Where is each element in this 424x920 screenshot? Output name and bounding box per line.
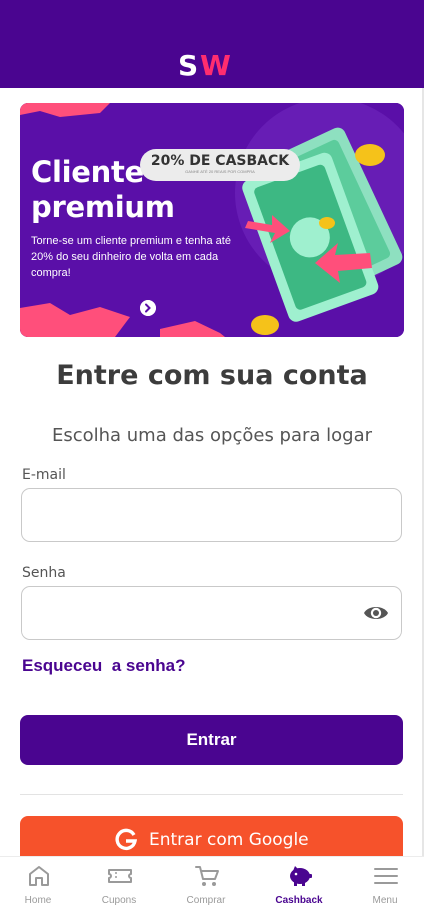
divider	[20, 794, 403, 795]
home-icon	[29, 866, 49, 886]
bottom-tab-bar: Home Cupons Comprar Cashback Menu	[0, 856, 424, 920]
tab-comprar-label: Comprar	[186, 895, 226, 906]
login-button[interactable]: Entrar	[20, 715, 403, 765]
app-logo[interactable]: S W	[178, 50, 244, 78]
svg-text:S: S	[178, 50, 197, 78]
tab-cashback[interactable]: Cashback	[257, 857, 341, 920]
tab-menu-label: Menu	[372, 895, 398, 906]
tab-cupons-label: Cupons	[101, 895, 137, 906]
app-header: S W	[0, 0, 424, 88]
email-field[interactable]	[22, 489, 401, 541]
tab-cashback-label: Cashback	[275, 895, 323, 906]
cart-icon	[195, 866, 219, 886]
tab-comprar[interactable]: Comprar	[164, 857, 248, 920]
email-label: E-mail	[22, 467, 66, 483]
cashback-badge-small: GANHE ATÉ 20 REAIS POR COMPRA	[185, 169, 255, 174]
chevron-right-icon[interactable]	[140, 300, 156, 316]
password-field-wrapper	[21, 586, 402, 640]
tab-home-label: Home	[24, 895, 52, 906]
page-subtitle: Escolha uma das opções para logar	[51, 425, 373, 446]
google-login-label: Entrar com Google	[149, 830, 309, 850]
tab-home[interactable]: Home	[0, 857, 80, 920]
banner-title-line1: Cliente	[31, 155, 144, 189]
password-field[interactable]	[22, 587, 401, 639]
google-icon	[115, 828, 137, 851]
piggy-bank-icon	[290, 866, 312, 886]
banner-title-line2: premium	[31, 190, 175, 224]
tab-menu[interactable]: Menu	[343, 857, 424, 920]
page-title: Entre com sua conta	[56, 360, 368, 391]
password-label: Senha	[22, 565, 66, 581]
promo-banner[interactable]: Cliente premium 20% DE CASBACK GANHE ATÉ…	[20, 103, 404, 337]
eye-icon[interactable]	[363, 602, 389, 624]
cashback-badge: 20% DE CASBACK GANHE ATÉ 20 REAIS POR CO…	[140, 149, 300, 181]
tab-cupons[interactable]: Cupons	[77, 857, 161, 920]
ticket-icon	[108, 869, 132, 883]
menu-icon	[374, 868, 398, 884]
svg-text:W: W	[200, 50, 231, 78]
cashback-badge-main: 20% DE CASBACK	[150, 153, 290, 169]
forgot-password-link[interactable]: Esqueceu a senha?	[22, 656, 185, 676]
banner-description: Torne-se um cliente premium e tenha até …	[31, 235, 231, 279]
email-field-wrapper	[21, 488, 402, 542]
